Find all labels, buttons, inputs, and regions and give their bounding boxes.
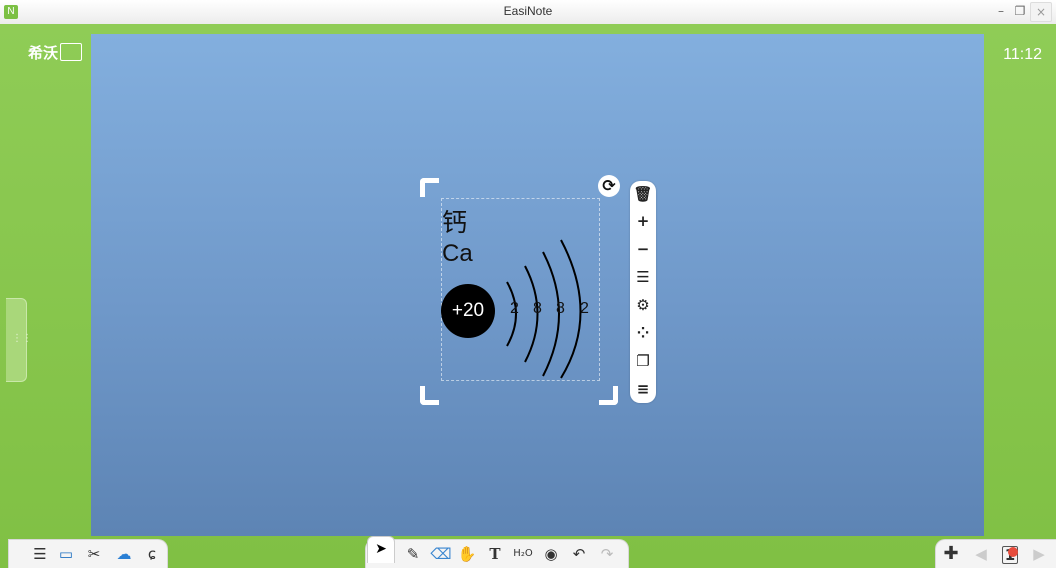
delete-icon: 🗑	[633, 185, 653, 203]
text-layout-icon: ☰	[636, 268, 650, 286]
menu-icon[interactable]: ☰	[29, 544, 51, 564]
resize-handle-bottom-left[interactable]	[420, 386, 439, 405]
shell-count-3: 8	[556, 300, 565, 317]
screen-icon[interactable]: ▭	[55, 544, 77, 564]
element-chinese-name: 钙	[442, 208, 468, 237]
restore-button[interactable]: ❐	[1011, 2, 1029, 20]
settings-icon: ⚙	[636, 296, 650, 314]
more-menu-icon: ≡	[636, 380, 650, 398]
shell-count-1: 2	[510, 300, 519, 317]
logo: 希沃	[28, 42, 83, 63]
cloud-icon[interactable]: ☁	[113, 544, 135, 564]
zoom-in-button[interactable]: +	[630, 208, 656, 234]
select-tool-button[interactable]: ➤	[367, 536, 395, 563]
text-icon[interactable]: T	[484, 544, 506, 564]
undo-icon[interactable]: ↶	[568, 544, 590, 564]
tools-icon[interactable]: ✂	[83, 544, 105, 564]
zoom-out-icon: −	[636, 240, 650, 258]
side-drawer-handle[interactable]: ⋮⋮	[6, 298, 32, 382]
nucleus: +20	[441, 284, 495, 338]
clock: 11:12	[1003, 46, 1042, 63]
zoom-out-button[interactable]: −	[630, 236, 656, 262]
page-badge-icon	[1008, 547, 1018, 557]
bottom-center-toolbar: ✎ ⌫ ✋ T H₂O ◉ ↶ ↷	[365, 539, 629, 568]
close-button[interactable]: ×	[1030, 2, 1052, 22]
delete-button[interactable]: 🗑	[630, 181, 656, 207]
title-bar: N EasiNote – ❐ ×	[0, 0, 1056, 25]
logo-text: 希沃	[28, 44, 59, 62]
formula-icon[interactable]: H₂O	[512, 544, 534, 564]
hand-icon[interactable]: ✋	[456, 544, 478, 564]
prev-page-icon[interactable]: ◀	[970, 544, 992, 564]
more-menu-button[interactable]: ≡	[630, 376, 656, 402]
drawer-grip-icon: ⋮⋮	[12, 333, 32, 344]
element-symbol: Ca	[442, 240, 473, 267]
pointer-icon: ➤	[375, 541, 387, 557]
logo-box-icon	[60, 43, 83, 61]
object-toolbar: 🗑 + − ☰ ⚙ ⁘ ❐ ≡	[630, 181, 656, 403]
eraser-icon[interactable]: ⌫	[430, 544, 452, 564]
shell-count-2: 8	[533, 300, 542, 317]
shell-count-4: 2	[580, 300, 589, 317]
copy-icon: ❐	[636, 352, 650, 370]
next-page-icon[interactable]: ▶	[1028, 544, 1050, 564]
electron-dots-button[interactable]: ⁘	[630, 320, 656, 346]
zoom-in-icon: +	[636, 212, 650, 230]
bottom-left-toolbar: ☰ ▭ ✂ ☁ ɕ	[8, 539, 168, 568]
copy-button[interactable]: ❐	[630, 348, 656, 374]
add-page-icon[interactable]: ✚	[940, 544, 962, 564]
text-layout-button[interactable]: ☰	[630, 264, 656, 290]
window-title: EasiNote	[503, 4, 553, 18]
audio-icon[interactable]: ◉	[540, 544, 562, 564]
bottom-right-toolbar: ✚ ◀ 1 ▶	[935, 539, 1056, 568]
pen-icon[interactable]: ✎	[402, 544, 424, 564]
rotate-icon[interactable]: ⟳	[598, 175, 620, 197]
resize-handle-top-left[interactable]	[420, 178, 439, 197]
handwriting-icon[interactable]: ɕ	[141, 544, 163, 564]
minimize-button[interactable]: –	[992, 2, 1010, 20]
redo-icon[interactable]: ↷	[596, 544, 618, 564]
settings-button[interactable]: ⚙	[630, 292, 656, 318]
electron-dots-icon: ⁘	[636, 324, 650, 342]
resize-handle-bottom-right[interactable]	[599, 386, 618, 405]
